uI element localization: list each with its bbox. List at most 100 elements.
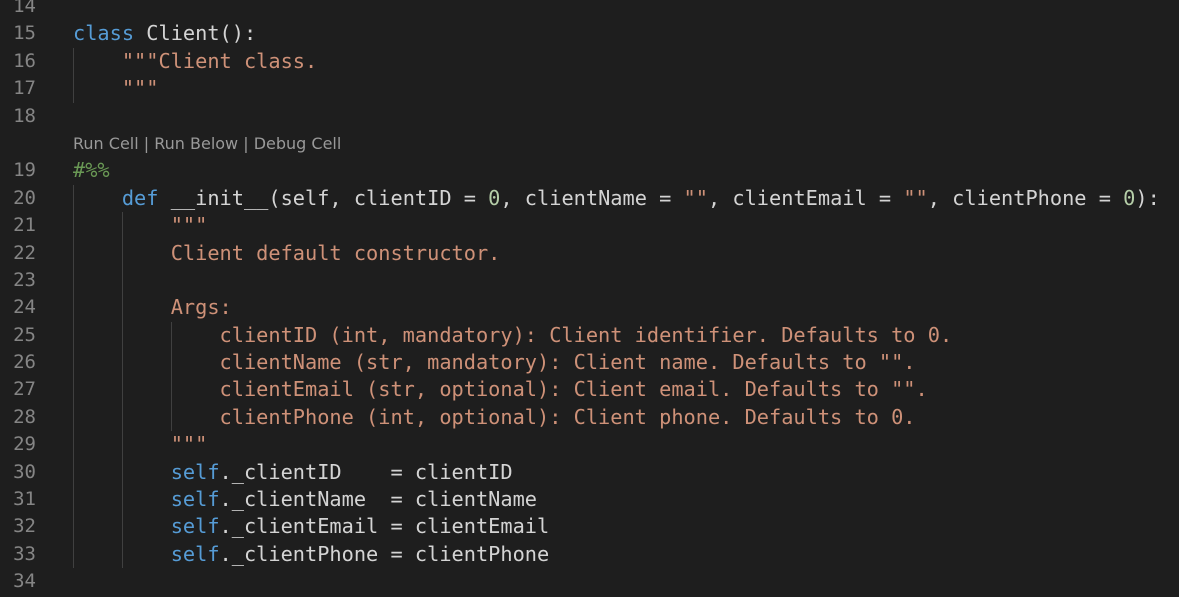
- token-keyword: self: [170, 541, 220, 566]
- code-text: clientName (str, mandatory): Client name…: [73, 349, 916, 376]
- code-text: clientID (int, mandatory): Client identi…: [73, 322, 953, 349]
- token-string: clientEmail (str, optional): Client emai…: [219, 377, 928, 402]
- code-line[interactable]: 22 Client default constructor.: [0, 239, 1179, 267]
- codelens-run-cell-link[interactable]: Run Cell: [73, 134, 139, 153]
- line-number: 21: [13, 214, 36, 237]
- code-line[interactable]: 31 self._clientName = clientName: [0, 486, 1179, 514]
- code-line[interactable]: 28 clientPhone (int, optional): Client p…: [0, 403, 1179, 432]
- token-number: 0: [488, 185, 501, 210]
- line-number: 32: [13, 515, 36, 538]
- line-number: 26: [13, 351, 36, 374]
- token-string: "": [683, 185, 708, 210]
- token-plain: ._clientEmail = clientEmail: [219, 514, 550, 539]
- token-comment: #%%: [73, 158, 110, 183]
- code-line[interactable]: 26 clientName (str, mandatory): Client n…: [0, 349, 1179, 377]
- indent-guide: [73, 266, 74, 295]
- code-line[interactable]: 25 clientID (int, mandatory): Client ide…: [0, 321, 1179, 350]
- code-line[interactable]: 19 #%%: [0, 157, 1179, 184]
- code-line[interactable]: 14: [0, 0, 1179, 20]
- token-plain: ._clientID = clientID: [219, 459, 513, 484]
- token-plain: ._clientPhone = clientPhone: [219, 541, 550, 566]
- line-number: 18: [13, 104, 36, 127]
- code-line[interactable]: 30 self._clientID = clientID: [0, 458, 1179, 487]
- token-keyword: self: [170, 487, 220, 512]
- code-line[interactable]: 18: [0, 103, 1179, 130]
- line-number: 22: [13, 241, 36, 264]
- line-number: 27: [13, 378, 36, 401]
- code-line[interactable]: 21 """: [0, 212, 1179, 240]
- line-number: 23: [13, 268, 36, 291]
- codelens-debug-cell-link[interactable]: Debug Cell: [254, 134, 342, 153]
- code-text: def __init__(self, clientID = 0, clientN…: [73, 185, 1160, 212]
- token-string: """Client class.: [121, 48, 318, 73]
- code-line[interactable]: 27 clientEmail (str, optional): Client e…: [0, 376, 1179, 404]
- line-number: 25: [13, 323, 36, 346]
- code-line[interactable]: 24 Args:: [0, 294, 1179, 322]
- token-string: clientPhone (int, optional): Client phon…: [219, 404, 916, 429]
- line-number: 28: [13, 405, 36, 428]
- code-line[interactable]: 17 """: [0, 75, 1179, 103]
- token-string: Args:: [170, 295, 232, 320]
- code-line[interactable]: 29 """: [0, 431, 1179, 459]
- code-line[interactable]: 15 class Client():: [0, 20, 1179, 47]
- code-text: """: [73, 212, 208, 239]
- code-line[interactable]: 32 self._clientEmail = clientEmail: [0, 513, 1179, 541]
- token-plain: ._clientName = clientName: [219, 487, 538, 512]
- code-text: """: [73, 75, 159, 102]
- code-text: self._clientEmail = clientEmail: [73, 513, 550, 540]
- line-number: 29: [13, 433, 36, 456]
- token-keyword: class: [73, 21, 135, 46]
- line-number: 14: [13, 0, 36, 17]
- indent-guide: [122, 266, 123, 295]
- code-text: self._clientPhone = clientPhone: [73, 541, 550, 568]
- code-editor[interactable]: 14 15 class Client(): 16 """Client class. 17…: [0, 0, 1179, 596]
- token-plain: , clientEmail =: [707, 185, 904, 210]
- code-text: Args:: [73, 294, 232, 321]
- token-string: """: [170, 432, 208, 457]
- token-plain: ):: [1135, 185, 1160, 210]
- line-number: 20: [13, 186, 36, 209]
- code-line[interactable]: 23: [0, 266, 1179, 295]
- code-line[interactable]: 34: [0, 568, 1179, 595]
- line-number: 34: [13, 570, 36, 593]
- code-text: self._clientName = clientName: [73, 486, 537, 513]
- token-string: "": [903, 185, 928, 210]
- code-line[interactable]: 20 def __init__(self, clientID = 0, clie…: [0, 184, 1179, 213]
- code-text: clientEmail (str, optional): Client emai…: [73, 376, 928, 403]
- line-number: 19: [13, 159, 36, 182]
- codelens-separator: |: [238, 133, 254, 153]
- code-text: self._clientID = clientID: [73, 459, 513, 486]
- codelens-separator: |: [138, 133, 155, 153]
- codelens-run-below-link[interactable]: Run Below: [154, 134, 238, 153]
- token-string: """: [121, 76, 159, 101]
- token-number: 0: [1123, 185, 1136, 210]
- token-string: clientID (int, mandatory): Client identi…: [219, 322, 953, 347]
- code-text: """: [73, 431, 208, 458]
- token-plain: , clientPhone =: [927, 185, 1124, 210]
- token-keyword: def: [121, 185, 159, 210]
- line-number: 17: [13, 77, 36, 100]
- line-number: 33: [13, 542, 36, 565]
- token-plain: , clientName =: [500, 185, 684, 210]
- code-line[interactable]: 16 """Client class.: [0, 47, 1179, 76]
- code-text: class Client():: [73, 20, 256, 47]
- token-keyword: self: [170, 514, 220, 539]
- codelens-row: Run Cell | Run Below | Debug Cell: [0, 130, 1179, 157]
- line-number: 16: [13, 49, 36, 72]
- token-keyword: self: [170, 459, 220, 484]
- code-line[interactable]: 33 self._clientPhone = clientPhone: [0, 540, 1179, 569]
